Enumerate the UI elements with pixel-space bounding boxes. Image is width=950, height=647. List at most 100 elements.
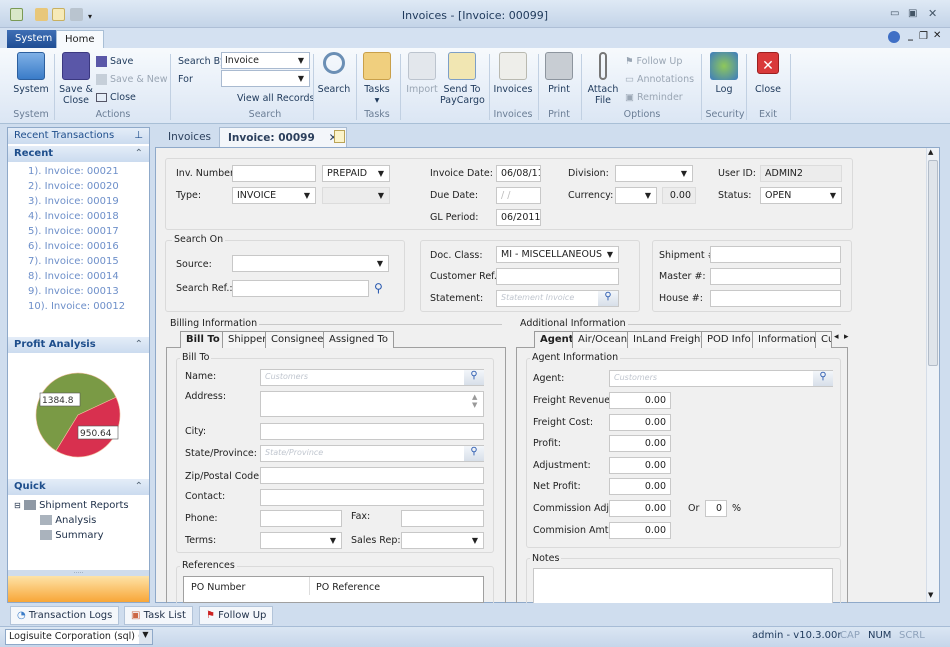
- gl-period-input[interactable]: 06/2011: [496, 209, 541, 226]
- payment-terms-select[interactable]: PREPAID: [322, 165, 390, 182]
- zip-input[interactable]: [260, 467, 484, 484]
- recent-header[interactable]: Recent ⌃: [8, 146, 149, 162]
- doc-class-select[interactable]: MI - MISCELLANEOUS: [496, 246, 619, 263]
- save-button[interactable]: Save: [96, 56, 133, 67]
- currency-select[interactable]: [615, 187, 657, 204]
- inv-number-input[interactable]: [232, 165, 316, 182]
- vertical-scrollbar[interactable]: ▲ ▼: [926, 148, 939, 602]
- tab-system[interactable]: System: [7, 30, 61, 48]
- billing-tab-bill-to[interactable]: Bill To: [180, 331, 226, 348]
- profit-analysis-header[interactable]: Profit Analysis ⌃: [8, 337, 149, 353]
- print-button[interactable]: Print: [542, 52, 576, 95]
- transaction-logs-tab[interactable]: ◔ Transaction Logs: [10, 606, 120, 625]
- amount-field[interactable]: 0.00: [609, 500, 671, 517]
- task-list-tab[interactable]: ▣ Task List: [124, 606, 193, 625]
- sales-rep-select[interactable]: [401, 532, 484, 549]
- recent-item[interactable]: 4). Invoice: 00018: [28, 211, 119, 222]
- new-tab-icon[interactable]: [334, 130, 345, 143]
- agent-input[interactable]: Customers: [609, 370, 833, 387]
- invoices-button[interactable]: Invoices: [493, 52, 533, 95]
- close-button[interactable]: Close: [96, 92, 136, 103]
- division-select[interactable]: [615, 165, 693, 182]
- company-select[interactable]: Logisuite Corporation (sql) (▼: [5, 629, 153, 645]
- search-button[interactable]: Search: [317, 52, 351, 95]
- search-by-select[interactable]: Invoice: [221, 52, 310, 69]
- source-select[interactable]: [232, 255, 389, 272]
- close-window-icon[interactable]: ✕: [928, 7, 937, 20]
- additional-tab-pod-info[interactable]: POD Info: [701, 331, 757, 348]
- system-button[interactable]: System: [12, 52, 50, 95]
- column-header-po-reference[interactable]: PO Reference: [316, 582, 380, 593]
- save-close-button[interactable]: Save & Close: [58, 52, 94, 106]
- send-to-paycargo-button[interactable]: Send To PayCargo: [440, 52, 485, 106]
- quick-header[interactable]: Quick ⌃: [8, 479, 149, 495]
- mdi-minimize-icon[interactable]: _: [908, 30, 913, 41]
- recent-item[interactable]: 2). Invoice: 00020: [28, 181, 119, 192]
- tasks-button[interactable]: Tasks ▾: [362, 52, 392, 106]
- recent-item[interactable]: 5). Invoice: 00017: [28, 226, 119, 237]
- mdi-close-icon[interactable]: ✕: [933, 30, 941, 41]
- additional-tab-information[interactable]: Information: [752, 331, 822, 348]
- collapse-icon[interactable]: ⌃: [135, 148, 143, 159]
- state-input[interactable]: State/Province: [260, 445, 484, 462]
- tab-invoices[interactable]: Invoices: [160, 127, 219, 147]
- mdi-restore-icon[interactable]: ❐: [919, 31, 928, 42]
- shipment-input[interactable]: [710, 246, 841, 263]
- amount-field[interactable]: 0.00: [609, 413, 671, 431]
- additional-tab-cu[interactable]: Cu: [815, 331, 832, 348]
- name-input[interactable]: Customers: [260, 369, 484, 386]
- tree-item-analysis[interactable]: Analysis: [40, 515, 96, 526]
- amount-field[interactable]: 0.00: [609, 478, 671, 496]
- name-search-icon[interactable]: ⚲: [464, 370, 484, 385]
- billing-tab-consignee[interactable]: Consignee: [265, 331, 330, 348]
- column-header-po-number[interactable]: PO Number: [191, 582, 245, 593]
- help-icon[interactable]: [888, 31, 900, 43]
- recent-item[interactable]: 8). Invoice: 00014: [28, 271, 119, 282]
- collapse-icon[interactable]: ⌃: [135, 481, 143, 492]
- customer-ref-input[interactable]: [496, 268, 619, 285]
- invoice-date-input[interactable]: 06/08/11: [496, 165, 541, 182]
- amount-field[interactable]: 0.00: [609, 435, 671, 453]
- exit-close-button[interactable]: ✕ Close: [751, 52, 785, 95]
- maximize-icon[interactable]: ▣: [908, 8, 917, 19]
- amount-field[interactable]: 0.00: [609, 521, 671, 539]
- address-scroll-icon[interactable]: ▲ ▼: [472, 393, 477, 409]
- tree-root-shipment-reports[interactable]: ⊟ Shipment Reports: [14, 500, 129, 511]
- recent-item[interactable]: 7). Invoice: 00015: [28, 256, 119, 267]
- tab-scroll-left-icon[interactable]: ◂: [834, 332, 839, 342]
- follow-up-tab[interactable]: ⚑ Follow Up: [199, 606, 274, 625]
- phone-input[interactable]: [260, 510, 342, 527]
- status-select[interactable]: OPEN: [760, 187, 842, 204]
- attach-file-button[interactable]: Attach File: [586, 52, 620, 106]
- agent-search-icon[interactable]: ⚲: [813, 371, 833, 386]
- amount-field[interactable]: 0.00: [609, 392, 671, 409]
- tab-home[interactable]: Home: [56, 30, 104, 48]
- chevron-down-icon[interactable]: ▼: [139, 630, 152, 644]
- minimize-icon[interactable]: ▭: [890, 8, 899, 19]
- contact-input[interactable]: [260, 489, 484, 506]
- follow-up-button[interactable]: ⚑ Follow Up: [625, 56, 682, 67]
- due-date-input[interactable]: / /: [496, 187, 541, 204]
- fax-input[interactable]: [401, 510, 484, 527]
- type-select[interactable]: INVOICE: [232, 187, 316, 204]
- scroll-thumb[interactable]: [928, 160, 938, 366]
- recent-item[interactable]: 9). Invoice: 00013: [28, 286, 119, 297]
- scroll-up-icon[interactable]: ▲: [928, 148, 933, 156]
- pin-icon[interactable]: ⊥: [134, 130, 143, 141]
- house-input[interactable]: [710, 290, 841, 307]
- subtype-select[interactable]: [322, 187, 390, 204]
- notes-textarea[interactable]: [533, 568, 833, 604]
- tree-collapse-icon[interactable]: ⊟: [14, 501, 21, 510]
- search-for-input[interactable]: [221, 70, 310, 87]
- scroll-down-icon[interactable]: ▼: [928, 591, 933, 599]
- view-all-records-link[interactable]: View all Records: [237, 93, 314, 104]
- statement-search-icon[interactable]: ⚲: [598, 291, 618, 306]
- tab-scroll-right-icon[interactable]: ▸: [844, 332, 849, 342]
- billing-tab-assigned-to[interactable]: Assigned To: [323, 331, 394, 348]
- search-ref-input[interactable]: [232, 280, 369, 297]
- reminder-button[interactable]: ▣ Reminder: [625, 92, 683, 103]
- user-id-field[interactable]: ADMIN2: [760, 165, 842, 182]
- address-input[interactable]: [260, 391, 484, 417]
- save-new-button[interactable]: Save & New: [96, 74, 168, 85]
- annotations-button[interactable]: ▭ Annotations: [625, 74, 694, 85]
